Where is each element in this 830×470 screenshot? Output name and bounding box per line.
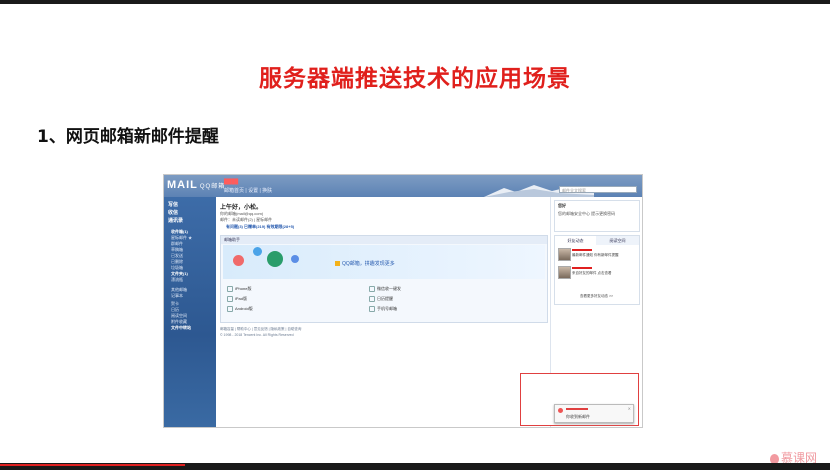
promo-text[interactable]: QQ邮箱，拼趣发现更多 xyxy=(335,260,395,267)
mail-alert-icon xyxy=(558,408,563,413)
news-marker xyxy=(572,266,592,270)
news-marker xyxy=(572,248,592,252)
greeting: 上午好，小松。 xyxy=(220,205,263,211)
app-calendar[interactable]: 日历提醒 xyxy=(369,296,393,302)
progress-indicator xyxy=(0,464,185,466)
tab-friends[interactable]: 好友动态 xyxy=(555,236,596,246)
friends-feed: 好友动态 阅读空间 最新邮件通知 你有新邮件提醒 来自好友的邮件 点击查看 查看… xyxy=(554,235,640,305)
promo-banner[interactable]: QQ邮箱，拼趣发现更多 xyxy=(223,245,545,279)
presentation-slide: 服务器端推送技术的应用场景 1、网页邮箱新邮件提醒 MAIL QQ邮箱 ████ … xyxy=(0,4,830,463)
notice-title: 您好 xyxy=(558,203,566,208)
notification-highlight: 你收到新邮件 × xyxy=(520,373,639,426)
tab-reading[interactable]: 阅读空间 xyxy=(597,236,638,245)
check-bubble-icon xyxy=(291,255,299,263)
panel-title: 邮箱助手 xyxy=(221,236,547,244)
app-wechat[interactable]: 微信收一键发 xyxy=(369,286,401,292)
flame-logo-icon xyxy=(770,453,779,463)
app-bubble-icon xyxy=(233,255,244,266)
notice-text[interactable]: 您的邮箱安全中心 提示更换密码 xyxy=(558,211,615,217)
app-iphone[interactable]: iPhone版 xyxy=(227,286,251,292)
news-item[interactable]: 来自好友的邮件 点击查看 xyxy=(572,271,611,276)
notification-sender xyxy=(566,408,588,410)
more-link[interactable]: 查看更多好友动态 >> xyxy=(580,294,613,299)
app-ipad[interactable]: iPad版 xyxy=(227,296,247,302)
avatar[interactable] xyxy=(558,248,571,261)
slide-subtitle: 1、网页邮箱新邮件提醒 xyxy=(37,127,219,147)
stats-line[interactable]: 有问题(3) 已赠单(219) 有效期限(28+5) xyxy=(226,224,294,230)
copyright: © 1998 - 2018 Tencent Inc. All Rights Re… xyxy=(220,333,294,337)
tencent-bubble-icon xyxy=(267,251,283,267)
sidebar-item-notes[interactable]: 记事本 xyxy=(171,293,183,299)
search-input[interactable]: 邮件全文搜索 xyxy=(559,186,637,193)
avatar[interactable] xyxy=(558,266,571,279)
assistant-panel: 邮箱助手 QQ邮箱，拼趣发现更多 iPhone版 iPad版 Android版 … xyxy=(220,235,548,323)
notification-text: 你收到新邮件 xyxy=(566,414,590,419)
mail-footer[interactable]: 邮箱容量 | 帮助中心 | 意见反馈 | 隐私政策 | 自助查询 xyxy=(220,327,301,332)
sidebar-item-bottle[interactable]: 漂流瓶 xyxy=(171,277,183,283)
brand-watermark: 慕课网 xyxy=(770,449,817,463)
notice-box: 您好 您的邮箱安全中心 提示更换密码 xyxy=(554,200,640,232)
send-bubble-icon xyxy=(253,247,262,256)
top-menu[interactable]: 邮箱首页 | 设置 | 换肤 xyxy=(224,187,272,194)
app-android[interactable]: Android版 xyxy=(227,306,253,312)
sidebar-item-transfer[interactable]: 文件中转站 xyxy=(171,325,191,331)
mail-logo: MAIL QQ邮箱 xyxy=(167,179,226,191)
inbox-button[interactable]: 收信 xyxy=(168,209,178,216)
mail-topbar: MAIL QQ邮箱 ████ 邮箱首页 | 设置 | 换肤 邮件全文搜索 xyxy=(164,175,642,197)
slide-title: 服务器端推送技术的应用场景 xyxy=(259,66,571,92)
compose-button[interactable]: 写信 xyxy=(168,201,178,208)
mail-sidebar: 写信 收信 通讯录 收件箱(1) 星标邮件 ★ 群邮件 草稿箱 已发送 已删除 … xyxy=(164,197,216,427)
contacts-button[interactable]: 通讯录 xyxy=(168,217,183,224)
mail-main: 上午好，小松。 你的邮箱(mail@qq.com) 邮件：未读邮件(2) | 星… xyxy=(216,197,550,427)
close-icon[interactable]: × xyxy=(628,406,631,411)
app-phone-mail[interactable]: 手机号邮箱 xyxy=(369,306,397,312)
status-line[interactable]: 邮件：未读邮件(2) | 星标邮件 xyxy=(220,217,272,223)
user-info: ████ xyxy=(224,179,239,185)
feed-tabs: 好友动态 阅读空间 xyxy=(555,236,639,246)
new-mail-notification[interactable]: 你收到新邮件 × xyxy=(554,404,634,423)
news-item[interactable]: 最新邮件通知 你有新邮件提醒 xyxy=(572,253,618,258)
